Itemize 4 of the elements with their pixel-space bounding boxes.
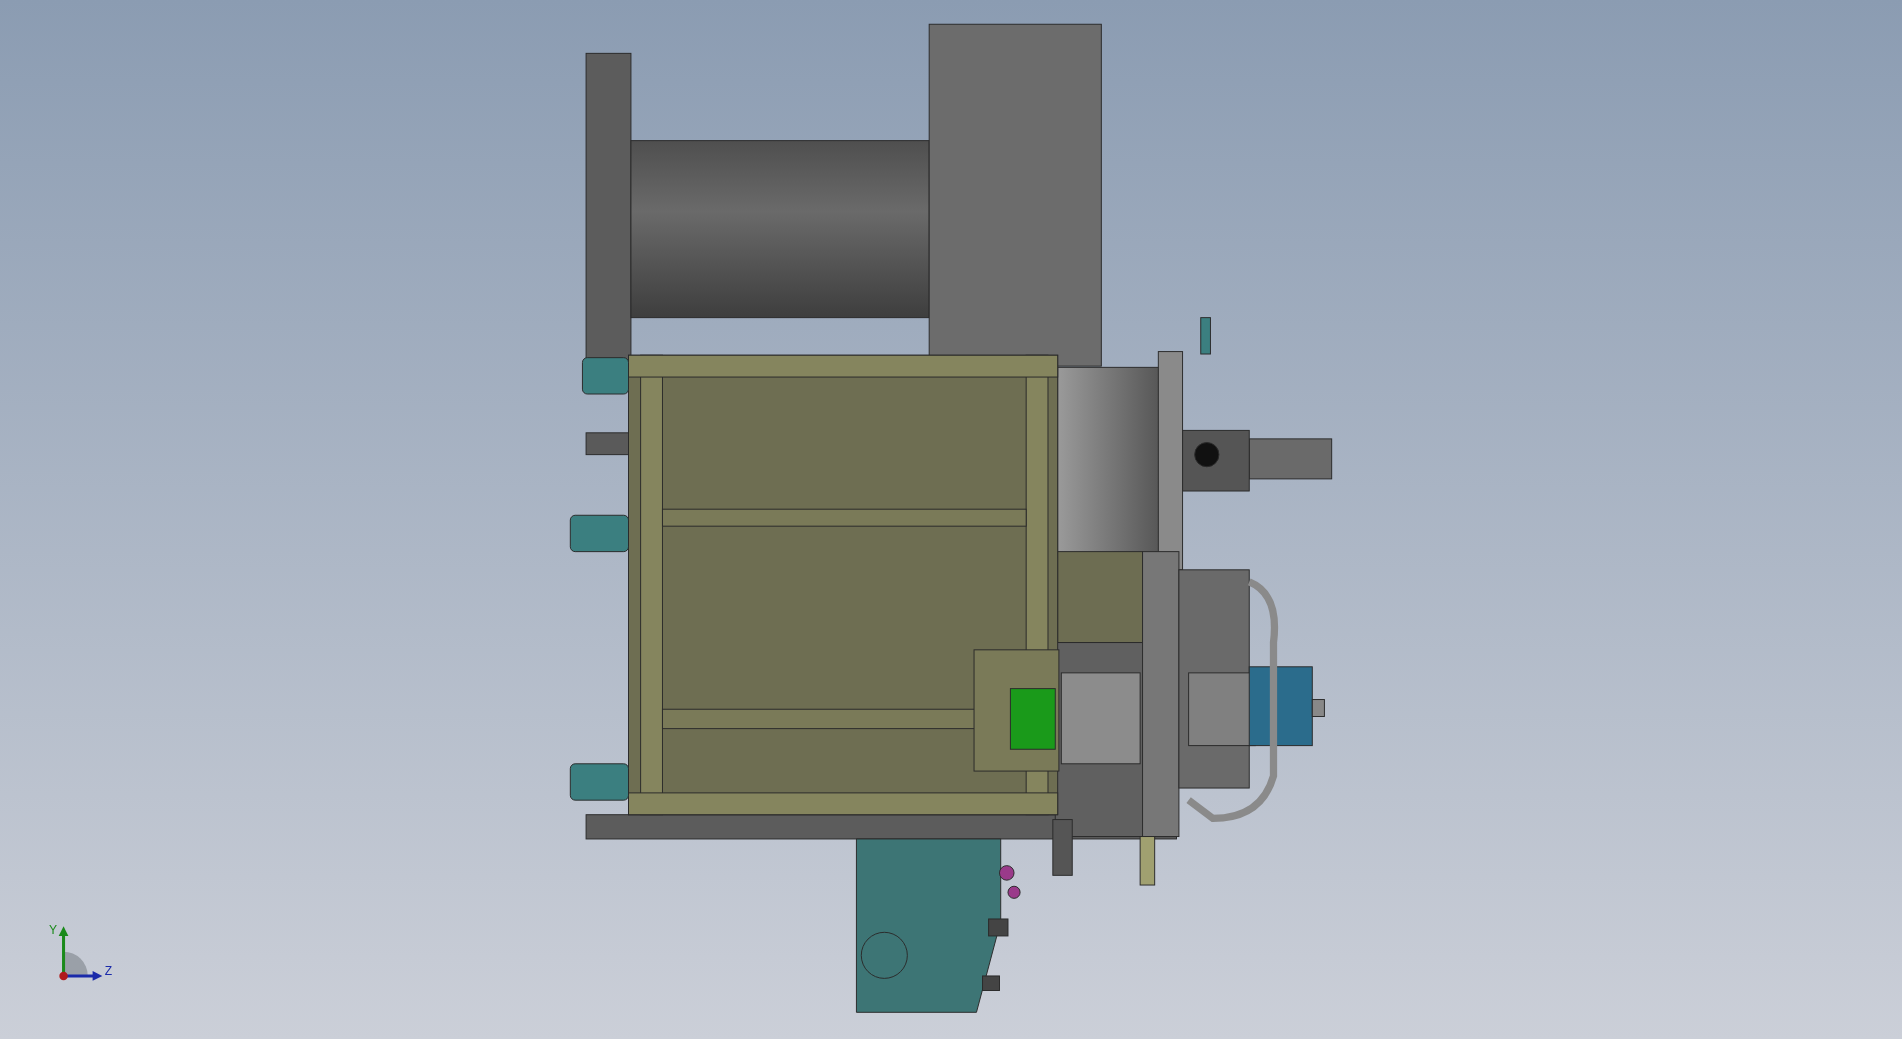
axis-triad-icon [58, 926, 103, 981]
z-axis-label: Z [104, 963, 113, 978]
graphics-viewport[interactable]: Y Z [0, 0, 1902, 1039]
y-axis-label: Y [49, 922, 58, 937]
